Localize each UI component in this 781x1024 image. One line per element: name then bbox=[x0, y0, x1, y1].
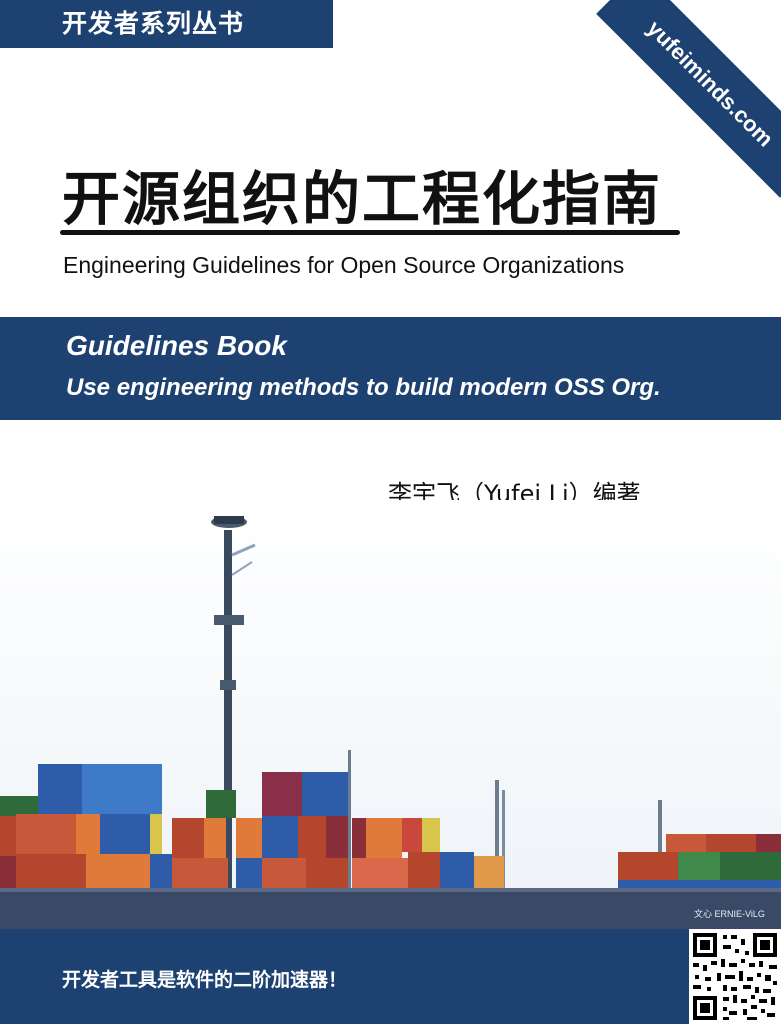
band-heading: Guidelines Book bbox=[66, 330, 287, 361]
book-cover: 开发者系列丛书 yufeiminds.com 开源组织的工程化指南 Engine… bbox=[0, 0, 781, 1024]
image-watermark: 文心 ERNIE-ViLG bbox=[694, 909, 765, 919]
port-illustration bbox=[0, 500, 781, 930]
main-title: 开源组织的工程化指南 bbox=[62, 165, 663, 233]
qr-code[interactable] bbox=[689, 929, 781, 1024]
quay bbox=[0, 888, 781, 930]
ribbon-url: yufeiminds.com bbox=[642, 15, 779, 152]
quay-edge bbox=[0, 888, 781, 892]
pole bbox=[348, 750, 351, 900]
english-subtitle: Engineering Guidelines for Open Source O… bbox=[63, 252, 625, 278]
series-tag: 开发者系列丛书 bbox=[0, 0, 333, 48]
series-label: 开发者系列丛书 bbox=[62, 9, 245, 38]
footer-slogan: 开发者工具是软件的二阶加速器！ bbox=[62, 969, 348, 991]
band-tagline: Use engineering methods to build modern … bbox=[66, 374, 661, 401]
title-underline bbox=[60, 230, 680, 235]
